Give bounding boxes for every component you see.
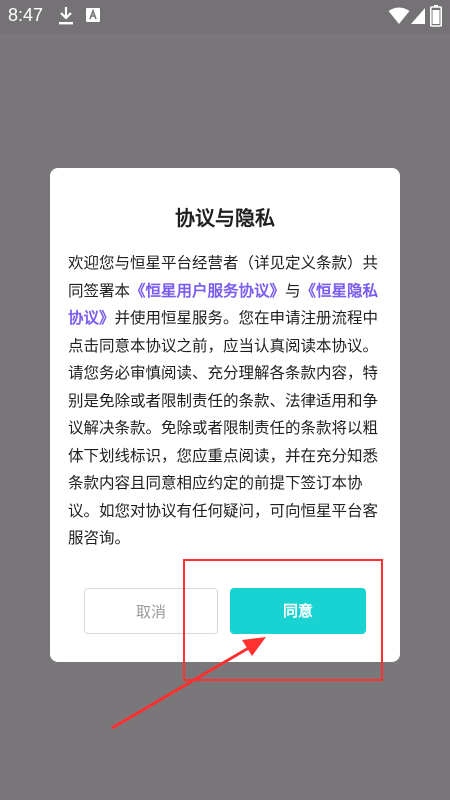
wifi-icon — [388, 7, 410, 24]
battery-icon — [430, 5, 442, 27]
agreement-text-part-3: 并使用恒星服务。您在申请注册流程中点击同意本协议之前，应当认真阅读本协议。请您务… — [68, 309, 379, 547]
dialog-title: 协议与隐私 — [175, 206, 275, 230]
status-time: 8:47 — [8, 5, 44, 25]
signal-icon — [411, 8, 425, 24]
download-icon — [59, 7, 73, 25]
app-notification-icon — [86, 8, 100, 22]
status-bar: 8:47 — [0, 0, 450, 34]
annotation-highlight-box — [183, 559, 383, 681]
user-agreement-link[interactable]: 《恒星用户服务协议》 — [130, 282, 285, 300]
agreement-text-part-2: 与 — [285, 281, 301, 300]
agreement-text: 欢迎您与恒星平台经营者（详见定义条款）共同签署本《恒星用户服务协议》与《恒星隐私… — [68, 250, 384, 553]
